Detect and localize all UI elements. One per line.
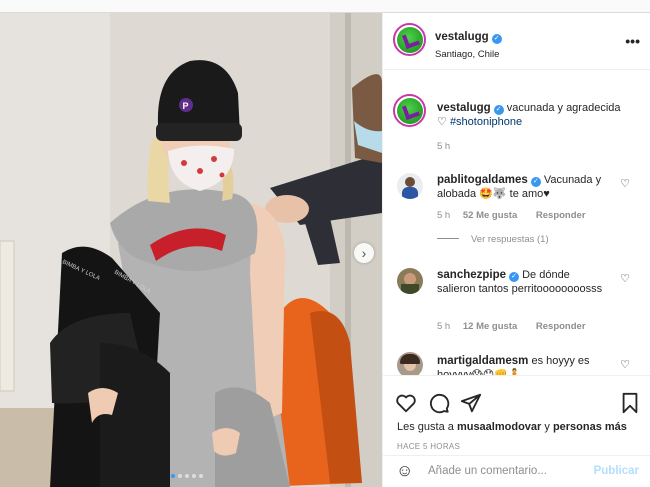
view-replies-button[interactable]: Ver respuestas (1) <box>437 234 549 245</box>
post-details-panel: vestalugg ✓ Santiago, Chile ••• vestalugg… <box>382 13 650 487</box>
caption-avatar[interactable] <box>393 94 426 127</box>
comment-like-icon[interactable]: ♡ <box>620 358 630 371</box>
comment-likes[interactable]: 52 Me gusta <box>463 210 517 221</box>
comment-icon[interactable] <box>428 392 450 414</box>
caption-text-block: vestalugg ✓ vacunada y agradecida ♡ #shot… <box>437 101 627 129</box>
photo-illustration: P BIMBA Y LOLA BIMBA Y LOLA <box>0 13 382 487</box>
likes-and: y <box>544 421 550 433</box>
heart-icon[interactable] <box>395 392 417 414</box>
carousel-dots <box>171 474 203 478</box>
next-photo-button[interactable]: › <box>354 243 374 263</box>
caption-text: vacunada y agradecida <box>506 102 621 114</box>
verified-icon: ✓ <box>509 272 520 282</box>
likes-user-link[interactable]: musaalmodovar <box>457 421 541 433</box>
add-comment-bar: ☺ Añade un comentario... Publicar <box>383 455 650 487</box>
likes-prefix: Les gusta a <box>397 421 454 433</box>
publish-button[interactable]: Publicar <box>594 465 639 477</box>
bookmark-icon[interactable] <box>619 392 641 414</box>
reply-button[interactable]: Responder <box>536 210 586 221</box>
verified-icon: ✓ <box>491 34 502 44</box>
post-photo[interactable]: P BIMBA Y LOLA BIMBA Y LOLA › <box>0 13 382 487</box>
comment-input[interactable]: Añade un comentario... <box>428 465 547 477</box>
likes-summary: Les gusta a musaalmodovar y personas más <box>397 421 627 433</box>
carousel-dot <box>178 474 182 478</box>
view-replies-label: Ver respuestas (1) <box>471 234 549 245</box>
comment-like-icon[interactable]: ♡ <box>620 177 630 190</box>
white-heart-icon: ♡ <box>437 116 447 128</box>
commenter-avatar[interactable] <box>397 173 423 199</box>
carousel-dot <box>192 474 196 478</box>
smiley-icon[interactable]: ☺ <box>396 461 413 481</box>
post-location[interactable]: Santiago, Chile <box>435 49 502 60</box>
comment-username[interactable]: sanchezpipe <box>437 269 506 281</box>
post-header: vestalugg ✓ Santiago, Chile ••• <box>383 13 650 70</box>
verified-icon: ✓ <box>530 177 541 187</box>
comment-item: sanchezpipe ✓ De dónde salieron tantos pe… <box>383 264 650 344</box>
likes-more-link[interactable]: personas más <box>553 421 627 433</box>
comment-meta: 5 h 12 Me gusta Responder <box>437 321 586 332</box>
comment-item: martigaldamesm es hoyyy es hoyyyy😱😯👊🧍 ♡ <box>383 348 650 375</box>
commenter-avatar[interactable] <box>397 268 423 294</box>
comment-username[interactable]: martigaldamesm <box>437 355 528 367</box>
author-username[interactable]: vestalugg <box>435 31 489 43</box>
author-avatar[interactable] <box>393 23 426 56</box>
chevron-right-icon: › <box>361 245 367 261</box>
more-options-icon[interactable]: ••• <box>625 33 640 49</box>
comment-meta: 5 h 52 Me gusta Responder <box>437 210 586 221</box>
carousel-dot <box>185 474 189 478</box>
author-info: vestalugg ✓ Santiago, Chile <box>435 27 502 60</box>
hat-logo-text: P <box>183 101 189 111</box>
comment-like-icon[interactable]: ♡ <box>620 272 630 285</box>
comment-text-block: martigaldamesm es hoyyy es hoyyyy😱😯👊🧍 <box>437 354 605 375</box>
comment-username[interactable]: pablitogaldames <box>437 174 528 186</box>
commenter-avatar[interactable] <box>397 352 423 375</box>
comment-item: pablitogaldames ✓ Vacunada y alobada 🤩🐺 t… <box>383 167 650 257</box>
comment-time: 5 h <box>437 321 451 332</box>
post-actions: Les gusta a musaalmodovar y personas más… <box>383 375 650 460</box>
post-timestamp[interactable]: HACE 5 HORAS <box>397 442 460 451</box>
verified-icon: ✓ <box>493 105 504 115</box>
comments-list[interactable]: vestalugg ✓ vacunada y agradecida ♡ #shot… <box>383 70 650 375</box>
top-strip <box>0 0 650 12</box>
comment-likes[interactable]: 12 Me gusta <box>463 321 517 332</box>
share-icon[interactable] <box>460 392 482 414</box>
reply-button[interactable]: Responder <box>536 321 586 332</box>
carousel-dot <box>171 474 175 478</box>
caption-username[interactable]: vestalugg <box>437 102 491 114</box>
caption-time: 5 h <box>437 141 451 152</box>
post-card: P BIMBA Y LOLA BIMBA Y LOLA › vestalugg … <box>0 12 650 487</box>
comment-text-block: sanchezpipe ✓ De dónde salieron tantos pe… <box>437 268 605 296</box>
comment-text-block: pablitogaldames ✓ Vacunada y alobada 🤩🐺 t… <box>437 173 605 201</box>
carousel-dot <box>199 474 203 478</box>
caption: vestalugg ✓ vacunada y agradecida ♡ #shot… <box>383 84 650 154</box>
hashtag-link[interactable]: #shotoniphone <box>450 116 522 128</box>
comment-time: 5 h <box>437 210 451 221</box>
